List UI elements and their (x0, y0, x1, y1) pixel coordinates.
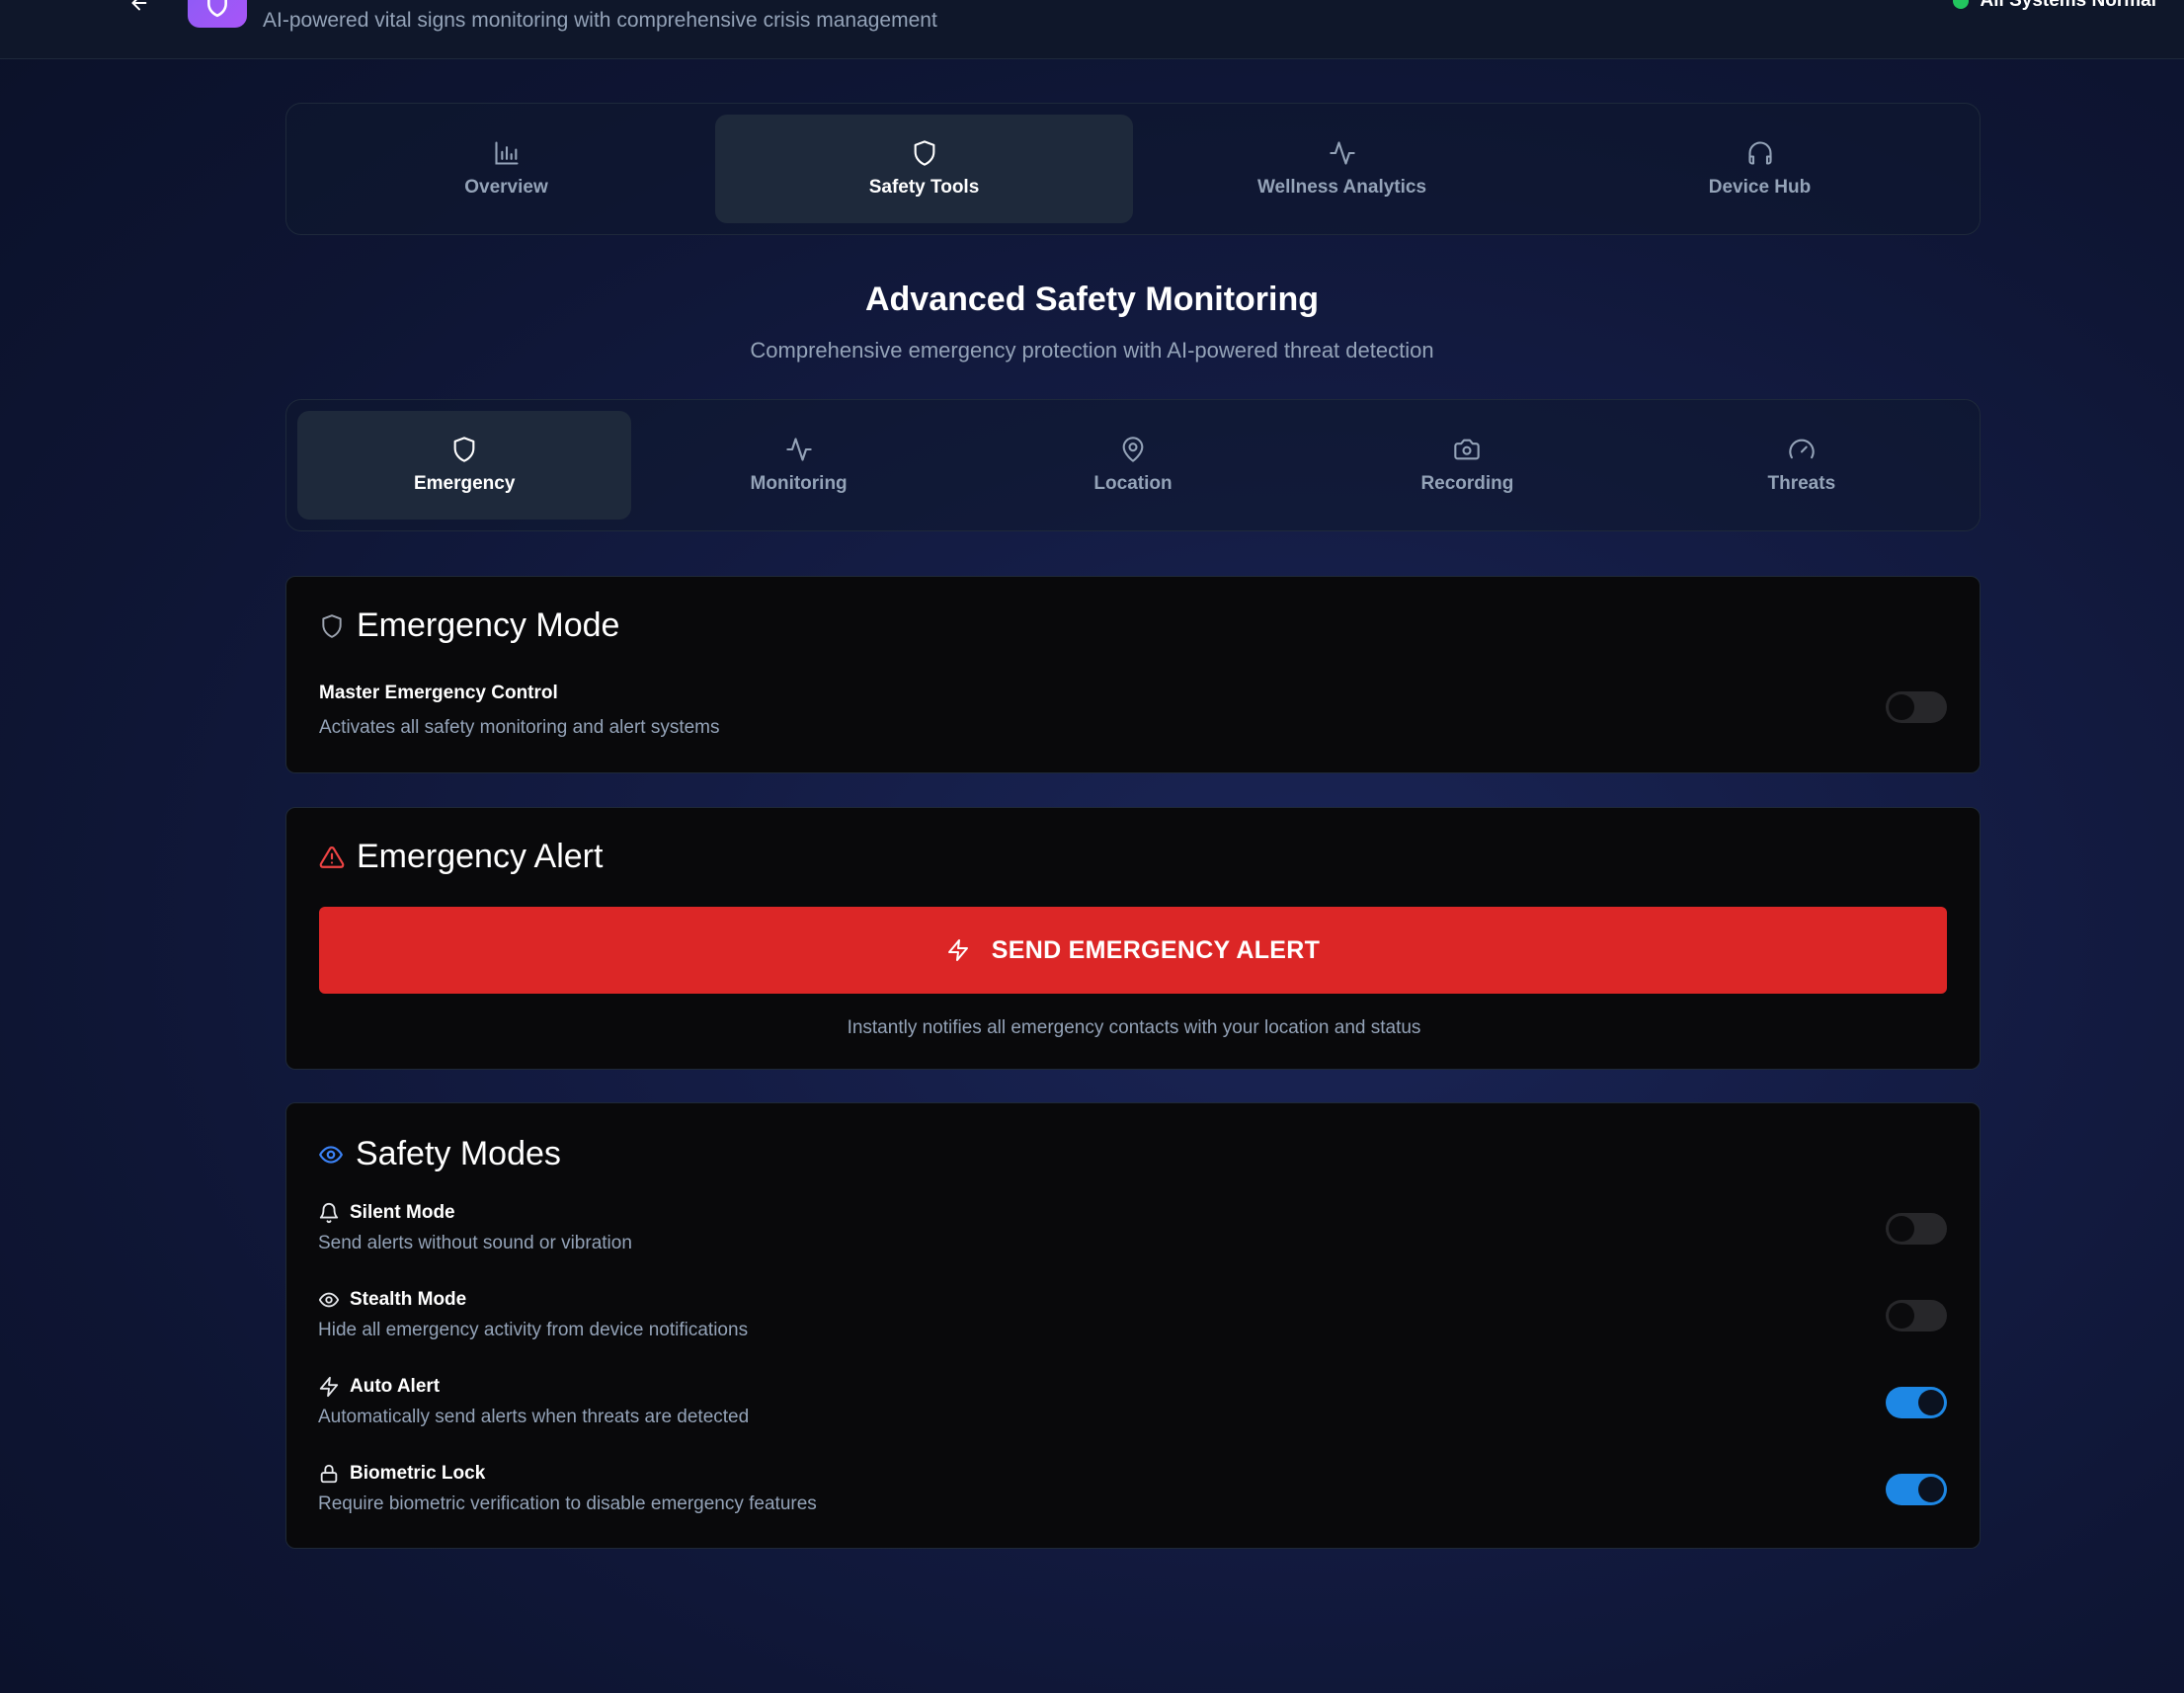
page-title: Advanced Safety Monitoring (864, 281, 1320, 318)
tab-label: Monitoring (750, 473, 848, 494)
card-title-text: Emergency Mode (357, 606, 620, 644)
mode-label-text: Biometric Lock (350, 1463, 486, 1484)
lock-icon (320, 1464, 338, 1484)
tab-device-hub[interactable]: Device Hub (1551, 115, 1969, 223)
toggle-knob (1918, 1477, 1944, 1502)
tab-overview[interactable]: Overview (297, 115, 715, 223)
card-title: Safety Modes (318, 1135, 561, 1173)
tab-threats[interactable]: Threats (1635, 411, 1969, 520)
emergency-mode-card: Emergency Mode Master Emergency Control … (285, 576, 1981, 773)
zap-icon (319, 1376, 339, 1398)
silent-mode-desc: Send alerts without sound or vibration (318, 1233, 632, 1253)
tab-label: Overview (464, 177, 548, 198)
bar-chart-icon (494, 141, 519, 165)
back-button[interactable] (122, 0, 156, 20)
eye-icon (319, 1145, 343, 1164)
master-control-desc: Activates all safety monitoring and aler… (319, 717, 720, 738)
alert-note: Instantly notifies all emergency contact… (847, 1017, 1421, 1038)
shield-icon (453, 437, 475, 462)
page-subtitle: Comprehensive emergency protection with … (750, 338, 1434, 363)
biometric-lock-label: Biometric Lock (318, 1463, 485, 1485)
mode-label-text: Silent Mode (350, 1202, 455, 1223)
alert-button-label: SEND EMERGENCY ALERT (991, 935, 1321, 964)
toggle-knob (1889, 694, 1914, 720)
tab-label: Device Hub (1708, 177, 1812, 198)
tab-label: Recording (1420, 473, 1514, 494)
tab-wellness-analytics[interactable]: Wellness Analytics (1133, 115, 1551, 223)
top-header: AI-powered vital signs monitoring with c… (0, 0, 2184, 59)
card-title-text: Emergency Alert (357, 838, 604, 875)
safety-modes-card: Safety Modes Silent Mode Send alerts wit… (285, 1102, 1981, 1549)
tab-label: Threats (1767, 473, 1836, 494)
mode-label-text: Auto Alert (350, 1376, 441, 1397)
status-text: All Systems Normal (1980, 0, 2156, 11)
eye-icon (318, 1292, 340, 1308)
biometric-lock-toggle[interactable] (1886, 1474, 1947, 1505)
toggle-knob (1918, 1390, 1944, 1415)
tab-monitoring[interactable]: Monitoring (631, 411, 965, 520)
mode-label-text: Stealth Mode (350, 1289, 467, 1310)
master-emergency-toggle[interactable] (1886, 691, 1947, 723)
card-title: Emergency Alert (319, 838, 603, 876)
tab-label: Location (1093, 473, 1173, 494)
safety-sub-tab-bar: Emergency Monitoring Location Recording … (285, 399, 1981, 531)
activity-icon (1329, 141, 1355, 165)
map-pin-icon (1122, 437, 1144, 462)
shield-icon (322, 613, 342, 638)
stealth-mode-label: Stealth Mode (318, 1289, 466, 1311)
biometric-lock-desc: Require biometric verification to disabl… (318, 1493, 817, 1514)
activity-icon (785, 438, 812, 461)
toggle-knob (1889, 1216, 1914, 1242)
zap-icon (947, 939, 968, 961)
headphones-icon (1747, 141, 1772, 165)
auto-alert-desc: Automatically send alerts when threats a… (318, 1407, 750, 1427)
stealth-mode-desc: Hide all emergency activity from device … (318, 1320, 749, 1340)
tab-location[interactable]: Location (966, 411, 1300, 520)
tab-label: Emergency (413, 473, 516, 494)
tab-label: Wellness Analytics (1256, 177, 1427, 198)
main-tab-bar: Overview Safety Tools Wellness Analytics… (285, 103, 1981, 235)
status-dot (1952, 0, 1969, 9)
arrow-left-icon (131, 0, 147, 11)
master-control-label: Master Emergency Control (319, 683, 558, 703)
tab-label: Safety Tools (868, 177, 980, 198)
tab-emergency[interactable]: Emergency (297, 411, 632, 520)
stealth-mode-toggle[interactable] (1886, 1300, 1947, 1331)
tab-recording[interactable]: Recording (1300, 411, 1634, 520)
silent-mode-label: Silent Mode (318, 1202, 455, 1224)
tab-safety-tools[interactable]: Safety Tools (715, 115, 1133, 223)
system-status: All Systems Normal (1952, 0, 2156, 12)
app-logo (188, 0, 247, 28)
toggle-knob (1889, 1303, 1914, 1329)
alert-triangle-icon (319, 846, 345, 868)
shield-icon (207, 0, 227, 18)
send-emergency-alert-button[interactable]: SEND EMERGENCY ALERT (319, 907, 1947, 994)
app-subtitle: AI-powered vital signs monitoring with c… (263, 9, 937, 32)
card-title-text: Safety Modes (356, 1135, 561, 1172)
emergency-alert-card: Emergency Alert SEND EMERGENCY ALERT Ins… (285, 807, 1981, 1070)
auto-alert-label: Auto Alert (318, 1376, 440, 1398)
camera-icon (1454, 439, 1481, 460)
bell-icon (319, 1203, 339, 1224)
auto-alert-toggle[interactable] (1886, 1387, 1947, 1418)
shield-icon (914, 140, 934, 166)
gauge-icon (1789, 439, 1815, 459)
silent-mode-toggle[interactable] (1886, 1213, 1947, 1245)
card-title: Emergency Mode (319, 606, 619, 645)
